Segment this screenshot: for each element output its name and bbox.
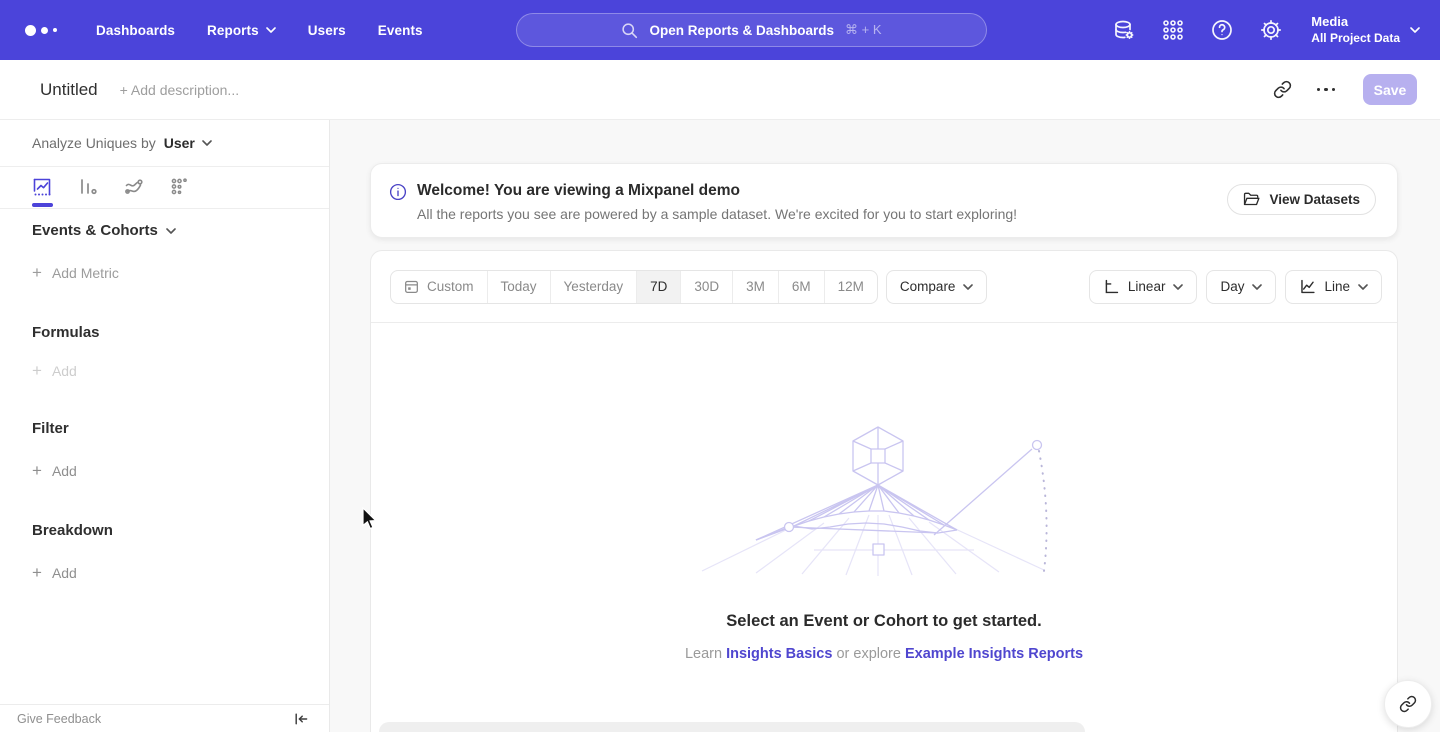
search-shortcut: ⌘ + K (845, 22, 882, 38)
table-preview-edge (379, 722, 1085, 732)
nav-item-reports[interactable]: Reports (191, 0, 292, 60)
chart-type-dropdown[interactable]: Line (1285, 270, 1382, 304)
chevron-down-icon (1410, 27, 1420, 33)
search-placeholder: Open Reports & Dashboards (649, 23, 834, 38)
give-feedback-link[interactable]: Give Feedback (17, 712, 101, 726)
banner-body: All the reports you see are powered by a… (417, 206, 1017, 222)
chevron-down-icon (266, 27, 276, 33)
main-content: Welcome! You are viewing a Mixpanel demo… (330, 120, 1440, 732)
add-description-field[interactable]: + Add description... (120, 82, 239, 98)
banner-title: Welcome! You are viewing a Mixpanel demo (417, 182, 740, 200)
chart-display-controls: Linear Day Line (1089, 270, 1382, 304)
plus-icon: + (32, 462, 42, 479)
collapse-sidebar-icon[interactable] (293, 711, 309, 727)
analyze-label: Analyze Uniques by (32, 135, 156, 151)
range-yesterday[interactable]: Yesterday (551, 271, 638, 303)
compare-button[interactable]: Compare (886, 270, 988, 304)
chevron-down-icon (166, 228, 176, 234)
project-scope: All Project Data (1311, 31, 1400, 46)
link-icon (1399, 695, 1417, 713)
chart-controls-row: Custom Today Yesterday 7D 30D 3M 6M 12M … (371, 251, 1397, 323)
settings-gear-icon[interactable] (1259, 18, 1283, 42)
range-30d[interactable]: 30D (681, 271, 733, 303)
plus-icon: + (32, 362, 42, 379)
analyze-value-dropdown[interactable]: User (164, 135, 195, 151)
ellipsis-icon (1317, 88, 1336, 92)
nav-item-dashboards[interactable]: Dashboards (80, 0, 191, 60)
share-link-fab[interactable] (1384, 680, 1432, 728)
scale-dropdown[interactable]: Linear (1089, 270, 1198, 304)
funnels-tab-icon[interactable] (77, 176, 99, 198)
add-formula-button[interactable]: + Add (32, 362, 77, 379)
link-icon (1273, 80, 1292, 99)
mixpanel-logo[interactable] (25, 25, 61, 36)
data-management-icon[interactable] (1112, 18, 1136, 42)
query-builder-sidebar: Analyze Uniques by User Events & Cohorts… (0, 120, 330, 732)
insights-tab-icon[interactable] (31, 176, 53, 198)
folder-icon (1243, 192, 1260, 207)
insights-report-card: Custom Today Yesterday 7D 30D 3M 6M 12M … (370, 250, 1398, 732)
report-type-tabs (31, 166, 191, 208)
report-title[interactable]: Untitled (40, 80, 98, 100)
empty-state-links: Learn Insights Basics or explore Example… (685, 646, 1083, 662)
linear-scale-icon (1103, 278, 1120, 295)
flows-tab-icon[interactable] (123, 176, 145, 198)
report-title-bar: Untitled + Add description... Save (0, 60, 1440, 120)
copy-link-button[interactable] (1267, 75, 1297, 105)
filter-heading: Filter (32, 420, 69, 437)
add-filter-button[interactable]: + Add (32, 462, 77, 479)
view-datasets-button[interactable]: View Datasets (1227, 184, 1376, 215)
formulas-heading: Formulas (32, 324, 100, 341)
empty-state: Select an Event or Cohort to get started… (371, 324, 1397, 722)
retention-tab-icon[interactable] (169, 176, 191, 198)
insights-basics-link[interactable]: Insights Basics (726, 646, 832, 662)
range-7d[interactable]: 7D (637, 271, 681, 303)
demo-welcome-banner: Welcome! You are viewing a Mixpanel demo… (370, 163, 1398, 238)
nav-right-cluster: Media All Project Data (1112, 0, 1420, 60)
divider (0, 208, 329, 209)
top-nav: Dashboards Reports Users Events Open Rep… (0, 0, 1440, 60)
plus-icon: + (32, 564, 42, 581)
project-switcher[interactable]: Media All Project Data (1308, 14, 1420, 45)
title-bar-actions: Save (1267, 74, 1440, 105)
empty-state-title: Select an Event or Cohort to get started… (726, 612, 1041, 631)
chevron-down-icon (1358, 284, 1368, 290)
project-name: Media (1311, 14, 1400, 30)
line-chart-icon (1299, 278, 1316, 295)
range-12m[interactable]: 12M (825, 271, 877, 303)
nav-item-users[interactable]: Users (292, 0, 362, 60)
nav-item-events[interactable]: Events (362, 0, 439, 60)
analyze-uniques-row: Analyze Uniques by User (32, 120, 212, 166)
example-reports-link[interactable]: Example Insights Reports (905, 646, 1083, 662)
range-today[interactable]: Today (488, 271, 551, 303)
range-custom[interactable]: Custom (391, 271, 488, 303)
sidebar-footer: Give Feedback (0, 704, 329, 732)
range-6m[interactable]: 6M (779, 271, 825, 303)
empty-state-illustration (694, 423, 1074, 578)
date-range-picker: Custom Today Yesterday 7D 30D 3M 6M 12M (390, 270, 878, 304)
events-cohorts-heading[interactable]: Events & Cohorts (32, 222, 176, 239)
plus-icon: + (32, 264, 42, 281)
more-options-button[interactable] (1311, 75, 1341, 105)
chevron-down-icon (1252, 284, 1262, 290)
add-breakdown-button[interactable]: + Add (32, 564, 77, 581)
range-3m[interactable]: 3M (733, 271, 779, 303)
apps-grid-icon[interactable] (1161, 18, 1185, 42)
add-metric-button[interactable]: + Add Metric (32, 264, 119, 281)
active-tab-underline (32, 203, 53, 207)
help-icon[interactable] (1210, 18, 1234, 42)
calendar-icon (404, 279, 419, 294)
interval-dropdown[interactable]: Day (1206, 270, 1276, 304)
breakdown-heading: Breakdown (32, 522, 113, 539)
chevron-down-icon (1173, 284, 1183, 290)
chevron-down-icon (202, 140, 212, 146)
search-icon (621, 22, 638, 39)
nav-menu: Dashboards Reports Users Events (80, 0, 439, 60)
save-button[interactable]: Save (1363, 74, 1417, 105)
project-info: Media All Project Data (1311, 14, 1400, 45)
chevron-down-icon (963, 284, 973, 290)
global-search-bar[interactable]: Open Reports & Dashboards ⌘ + K (516, 13, 987, 47)
info-icon (389, 183, 407, 201)
